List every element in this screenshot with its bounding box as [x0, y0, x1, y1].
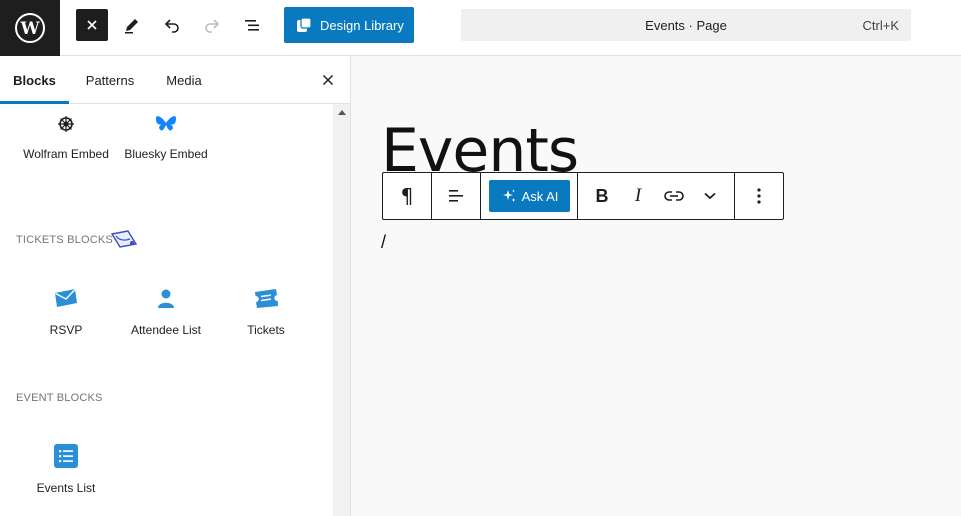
close-icon [322, 74, 334, 86]
tools-button[interactable] [116, 9, 148, 41]
bold-icon: B [595, 185, 609, 206]
italic-icon: I [634, 185, 642, 206]
block-label: Wolfram Embed [23, 147, 109, 161]
block-label: Tickets [247, 323, 285, 337]
block-wolfram-embed[interactable]: Wolfram Embed [16, 112, 116, 162]
person-icon [116, 286, 216, 310]
scroll-up-arrow-icon[interactable] [338, 110, 346, 115]
block-label: Bluesky Embed [124, 147, 208, 161]
sparkle-icon [502, 189, 516, 202]
link-icon [664, 191, 684, 201]
block-toolbar: ¶ Ask AI B I [382, 172, 784, 220]
close-panel-button[interactable] [318, 70, 338, 90]
redo-icon [205, 19, 220, 33]
design-library-button[interactable]: Design Library [284, 7, 414, 43]
section-title-tickets: TICKETS BLOCKS [16, 234, 113, 246]
design-library-label: Design Library [320, 17, 404, 33]
wolfram-icon [16, 112, 116, 136]
block-label: Attendee List [130, 323, 202, 337]
document-overview-button[interactable] [236, 9, 268, 41]
block-label: RSVP [49, 323, 83, 337]
inserter-tabs: Blocks Patterns Media [0, 56, 350, 104]
chevron-down-icon [704, 192, 716, 200]
more-rich-text-button[interactable] [694, 181, 726, 211]
envelope-icon [16, 286, 116, 310]
pencil-icon [125, 19, 138, 34]
bluesky-icon [116, 112, 216, 136]
more-vertical-icon [757, 188, 761, 204]
ai-group: Ask AI [481, 173, 578, 219]
undo-button[interactable] [156, 9, 188, 41]
block-tickets[interactable]: Tickets [216, 286, 316, 338]
tab-patterns[interactable]: Patterns [75, 56, 145, 104]
italic-button[interactable]: I [622, 181, 654, 211]
list-icon [16, 444, 116, 468]
block-events-list[interactable]: Events List [16, 444, 116, 496]
format-group: B I [578, 173, 735, 219]
options-button[interactable] [743, 181, 775, 211]
redo-button[interactable] [196, 9, 228, 41]
tickets-brand-icon [110, 230, 138, 248]
keyboard-shortcut: Ctrl+K [862, 18, 899, 33]
ticket-icon [216, 286, 316, 310]
document-title: Events · Page [645, 18, 727, 33]
list-view-icon [245, 20, 259, 31]
svg-text:W: W [19, 19, 40, 39]
section-title-events: EVENT BLOCKS [16, 392, 103, 404]
close-inserter-button[interactable] [76, 9, 108, 41]
paragraph-block[interactable]: / [381, 232, 386, 253]
block-attendee-list[interactable]: Attendee List [116, 286, 216, 338]
paragraph-block-button[interactable]: ¶ [391, 181, 423, 211]
command-palette-bar[interactable]: Events · Page Ctrl+K [461, 9, 911, 41]
close-icon [87, 20, 97, 30]
block-rsvp[interactable]: RSVP [16, 286, 116, 338]
tab-media[interactable]: Media [155, 56, 213, 104]
scrollbar[interactable] [333, 104, 350, 516]
editor-header: W Design Library Events · Page Ctrl+K [0, 0, 961, 56]
undo-icon [164, 19, 179, 33]
wordpress-logo-icon[interactable]: W [0, 0, 60, 56]
align-left-icon [449, 190, 463, 202]
block-list[interactable]: Wolfram Embed Bluesky Embed TICKETS BLOC… [0, 104, 350, 516]
align-button[interactable] [440, 181, 472, 211]
align-group [432, 173, 481, 219]
ask-ai-button[interactable]: Ask AI [489, 180, 570, 212]
block-label: Events List [36, 481, 96, 495]
bold-button[interactable]: B [586, 181, 618, 211]
ask-ai-label: Ask AI [521, 188, 559, 204]
tab-blocks[interactable]: Blocks [0, 56, 69, 104]
editor-canvas[interactable]: Events ¶ Ask AI B I / [351, 56, 961, 516]
block-inserter-panel: Blocks Patterns Media Wolfram Embed Blue… [0, 56, 351, 516]
design-library-icon [297, 17, 312, 32]
block-bluesky-embed[interactable]: Bluesky Embed [116, 112, 216, 162]
block-type-group: ¶ [383, 173, 432, 219]
paragraph-icon: ¶ [400, 184, 414, 208]
link-button[interactable] [658, 181, 690, 211]
